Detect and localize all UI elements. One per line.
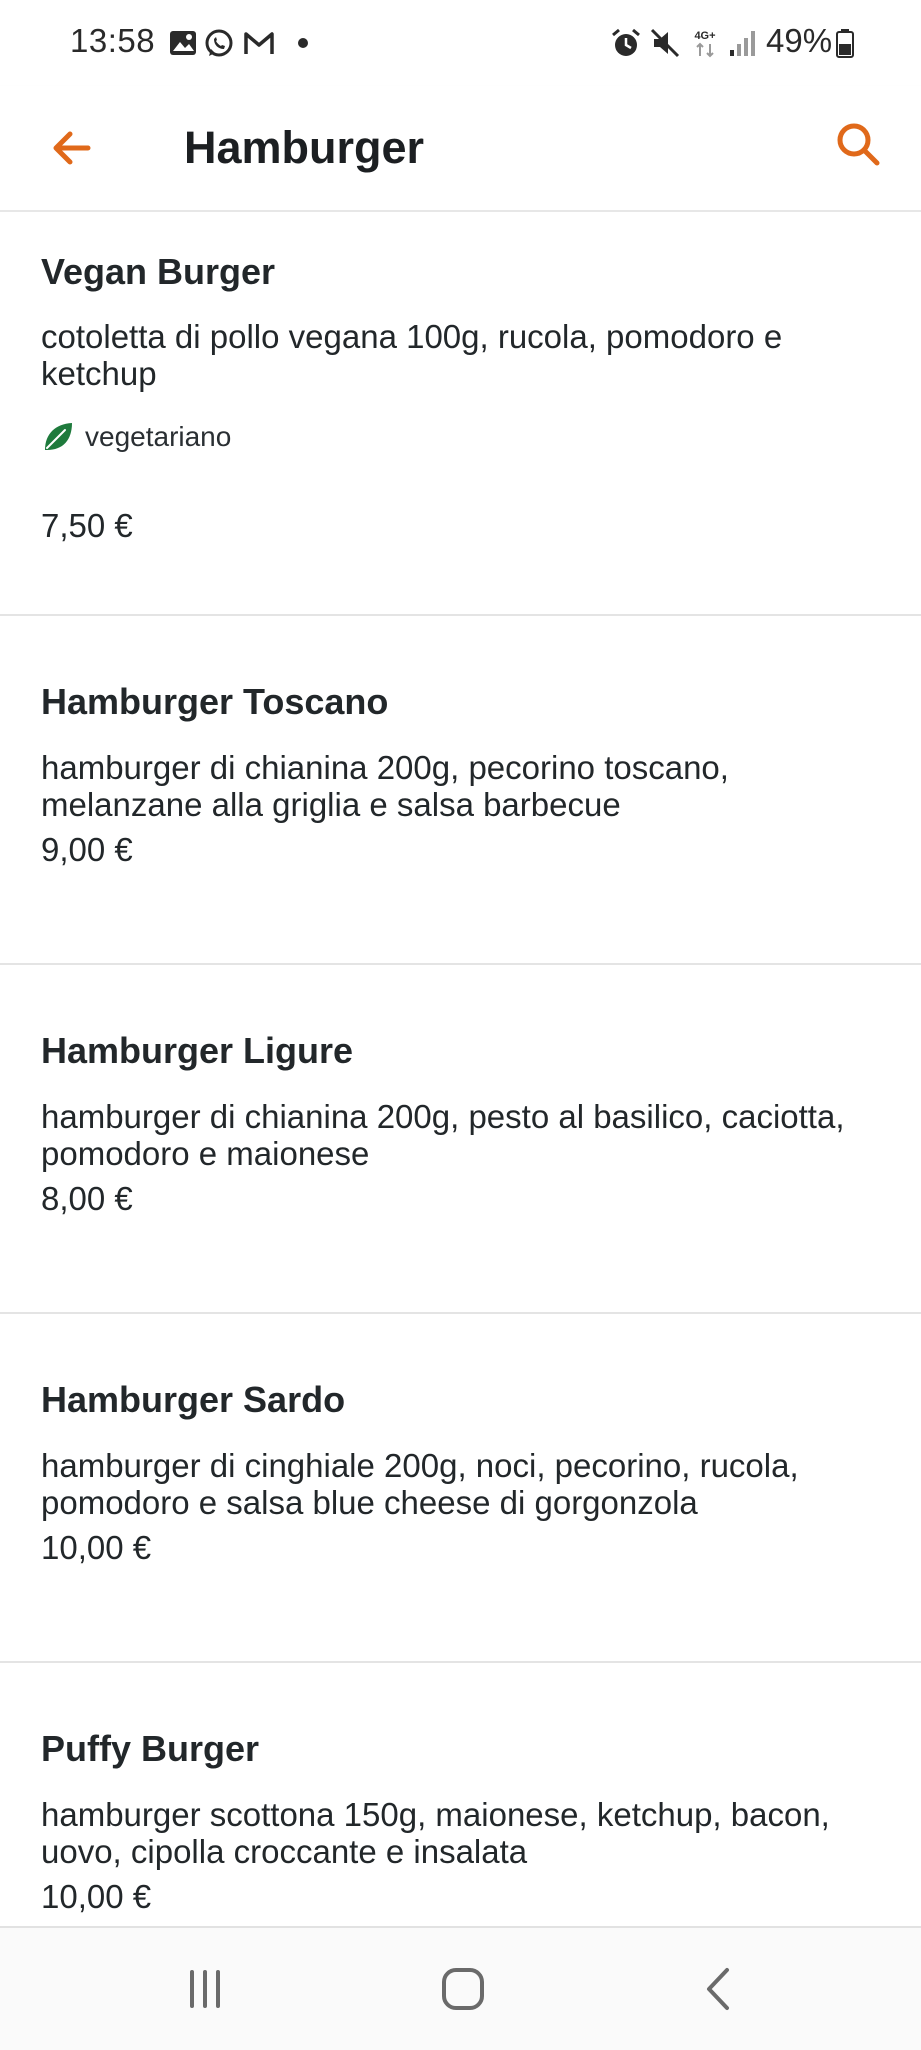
menu-item-hamburger-ligure[interactable]: Hamburger Ligure hamburger di chianina 2… xyxy=(0,965,921,1314)
recent-apps-button[interactable] xyxy=(170,1954,240,2024)
gmail-icon xyxy=(244,32,274,54)
item-name: Vegan Burger xyxy=(41,251,276,292)
item-description: hamburger di chianina 200g, pecorino tos… xyxy=(41,749,729,823)
status-bar: 13:58 4G+ 49% xyxy=(0,0,921,86)
app-bar: Hamburger xyxy=(0,86,921,212)
search-button[interactable] xyxy=(822,108,894,180)
item-price: 9,00 € xyxy=(41,831,133,868)
alarm-icon xyxy=(612,28,640,56)
item-name: Hamburger Toscano xyxy=(41,681,389,722)
item-description: hamburger di cinghiale 200g, noci, pecor… xyxy=(41,1447,799,1521)
item-price: 7,50 € xyxy=(41,507,133,544)
back-nav-icon xyxy=(707,1968,729,2010)
mute-icon xyxy=(650,28,680,58)
status-time: 13:58 xyxy=(70,22,156,59)
leaf-icon xyxy=(45,423,72,450)
whatsapp-icon xyxy=(205,29,233,57)
item-description: hamburger scottona 150g, maionese, ketch… xyxy=(41,1796,830,1870)
item-description: cotoletta di pollo vegana 100g, rucola, … xyxy=(41,318,783,392)
item-price: 10,00 € xyxy=(41,1878,152,1915)
page-title: Hamburger xyxy=(184,122,425,173)
home-icon xyxy=(442,1968,484,2010)
network-type-icon: 4G+ xyxy=(694,30,716,58)
search-icon xyxy=(837,123,880,166)
notification-dot-icon xyxy=(298,38,308,48)
menu-item-hamburger-toscano[interactable]: Hamburger Toscano hamburger di chianina … xyxy=(0,616,921,965)
item-price: 10,00 € xyxy=(41,1529,152,1566)
menu-item-vegan-burger[interactable]: Vegan Burger cotoletta di pollo vegana 1… xyxy=(0,212,921,616)
gallery-icon xyxy=(170,31,196,55)
back-nav-button[interactable] xyxy=(684,1954,754,2024)
menu-item-puffy-burger[interactable]: Puffy Burger hamburger scottona 150g, ma… xyxy=(0,1663,921,1926)
arrow-left-icon xyxy=(53,131,91,165)
back-button[interactable] xyxy=(36,112,108,184)
system-navigation-bar xyxy=(0,1926,921,2050)
recent-apps-icon xyxy=(190,1970,220,2008)
battery-percentage: 49% xyxy=(766,22,833,59)
battery-icon xyxy=(836,29,854,58)
vegetarian-tag: vegetariano xyxy=(41,420,231,454)
network-type-label: 4G+ xyxy=(694,30,715,42)
item-name: Hamburger Sardo xyxy=(41,1379,346,1420)
menu-item-hamburger-sardo[interactable]: Hamburger Sardo hamburger di cinghiale 2… xyxy=(0,1314,921,1663)
menu-list[interactable]: Vegan Burger cotoletta di pollo vegana 1… xyxy=(0,212,921,1926)
item-price: 8,00 € xyxy=(41,1180,133,1217)
item-name: Hamburger Ligure xyxy=(41,1030,354,1071)
signal-icon xyxy=(730,31,755,56)
item-name: Puffy Burger xyxy=(41,1728,260,1769)
vegetarian-label: vegetariano xyxy=(85,421,232,452)
home-button[interactable] xyxy=(428,1954,498,2024)
item-description: hamburger di chianina 200g, pesto al bas… xyxy=(41,1098,845,1172)
